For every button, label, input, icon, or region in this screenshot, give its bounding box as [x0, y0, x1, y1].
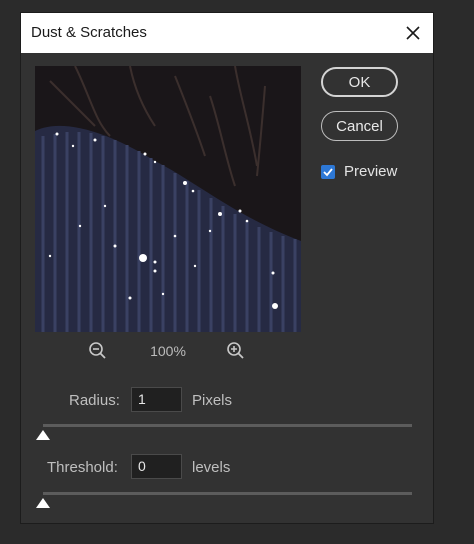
zoom-level: 100% — [150, 343, 186, 359]
threshold-unit: levels — [192, 459, 231, 476]
close-icon — [406, 26, 420, 40]
radius-unit: Pixels — [192, 392, 233, 409]
title-bar[interactable]: Dust & Scratches — [21, 13, 433, 53]
threshold-slider-thumb[interactable] — [36, 498, 50, 508]
threshold-input[interactable]: 0 — [131, 454, 182, 479]
image-preview[interactable] — [35, 66, 301, 332]
zoom-out-button[interactable] — [87, 340, 109, 362]
preview-label: Preview — [344, 163, 398, 180]
zoom-out-icon — [89, 342, 106, 359]
radius-input[interactable]: 1 — [131, 387, 182, 412]
radius-slider-thumb[interactable] — [36, 430, 50, 440]
zoom-in-icon — [227, 342, 244, 359]
cancel-button[interactable]: Cancel — [321, 111, 398, 141]
checkmark-icon — [323, 167, 333, 176]
ok-button[interactable]: OK — [321, 67, 398, 97]
preview-checkbox[interactable] — [321, 164, 335, 179]
dialog-title: Dust & Scratches — [31, 24, 147, 41]
threshold-label: Threshold: — [47, 459, 118, 476]
dust-scratches-dialog: Dust & Scratches 100% OK Cancel Preview … — [20, 12, 434, 524]
radius-slider-track[interactable] — [43, 424, 412, 427]
preview-toggle[interactable]: Preview — [321, 163, 397, 180]
close-button[interactable] — [399, 19, 427, 47]
threshold-slider-track[interactable] — [43, 492, 412, 495]
radius-label: Radius: — [69, 392, 120, 409]
zoom-in-button[interactable] — [225, 340, 247, 362]
preview-image — [35, 66, 301, 332]
